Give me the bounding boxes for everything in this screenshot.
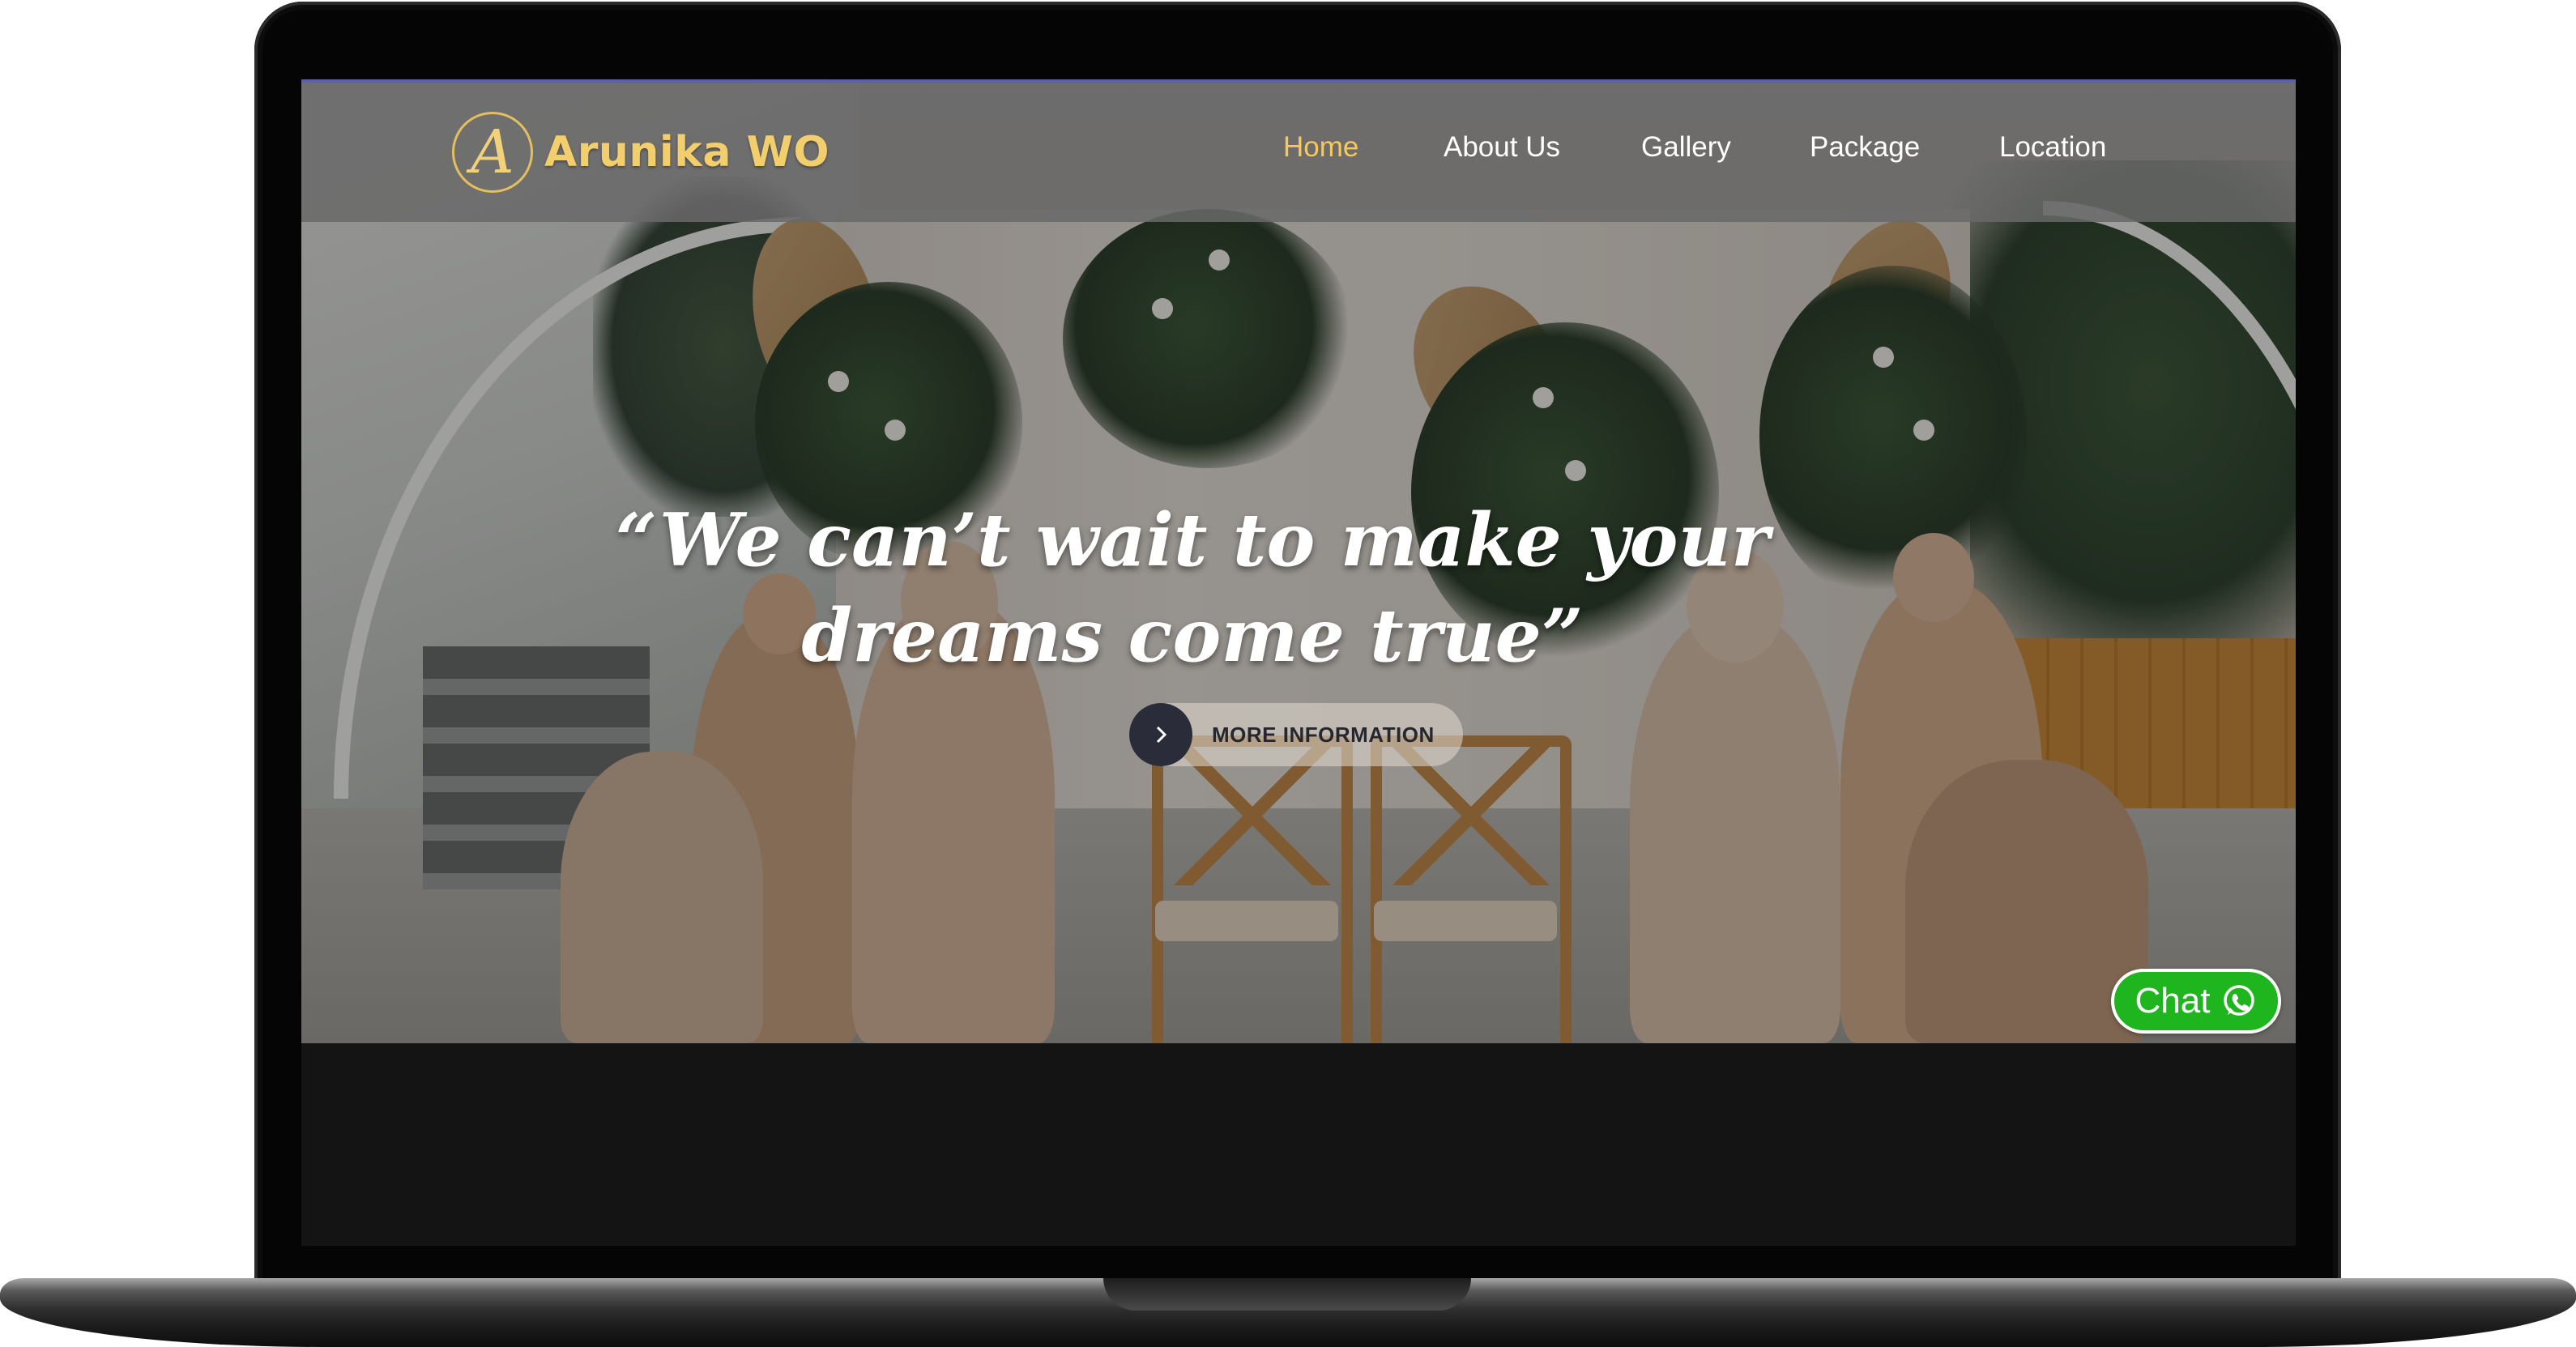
top-navbar: A Arunika WO Home About Us Gallery Packa…: [301, 79, 2296, 222]
more-information-button[interactable]: MORE INFORMATION: [1129, 703, 1463, 766]
nav-item-location[interactable]: Location: [1999, 131, 2106, 164]
chat-label: Chat: [2135, 981, 2211, 1021]
hero-headline-line: “We can’t wait to make your: [615, 497, 1770, 583]
whatsapp-icon: [2221, 983, 2257, 1019]
browser-viewport: “We can’t wait to make your dreams come …: [301, 79, 2296, 1246]
hero-headline: “We can’t wait to make your dreams come …: [544, 492, 1840, 684]
main-nav: Home About Us Gallery Package Location: [301, 131, 2296, 180]
nav-item-package[interactable]: Package: [1810, 131, 1920, 164]
laptop-notch: [1103, 1278, 1471, 1311]
nav-item-gallery[interactable]: Gallery: [1641, 131, 1731, 164]
more-information-label: MORE INFORMATION: [1212, 722, 1435, 747]
chevron-right-icon: [1129, 703, 1192, 766]
nav-item-home[interactable]: Home: [1283, 131, 1358, 164]
chat-whatsapp-button[interactable]: Chat: [2111, 969, 2281, 1034]
nav-item-about-us[interactable]: About Us: [1444, 131, 1560, 164]
hero-headline-line: dreams come true”: [801, 593, 1584, 679]
hero-section: “We can’t wait to make your dreams come …: [301, 79, 2296, 1043]
